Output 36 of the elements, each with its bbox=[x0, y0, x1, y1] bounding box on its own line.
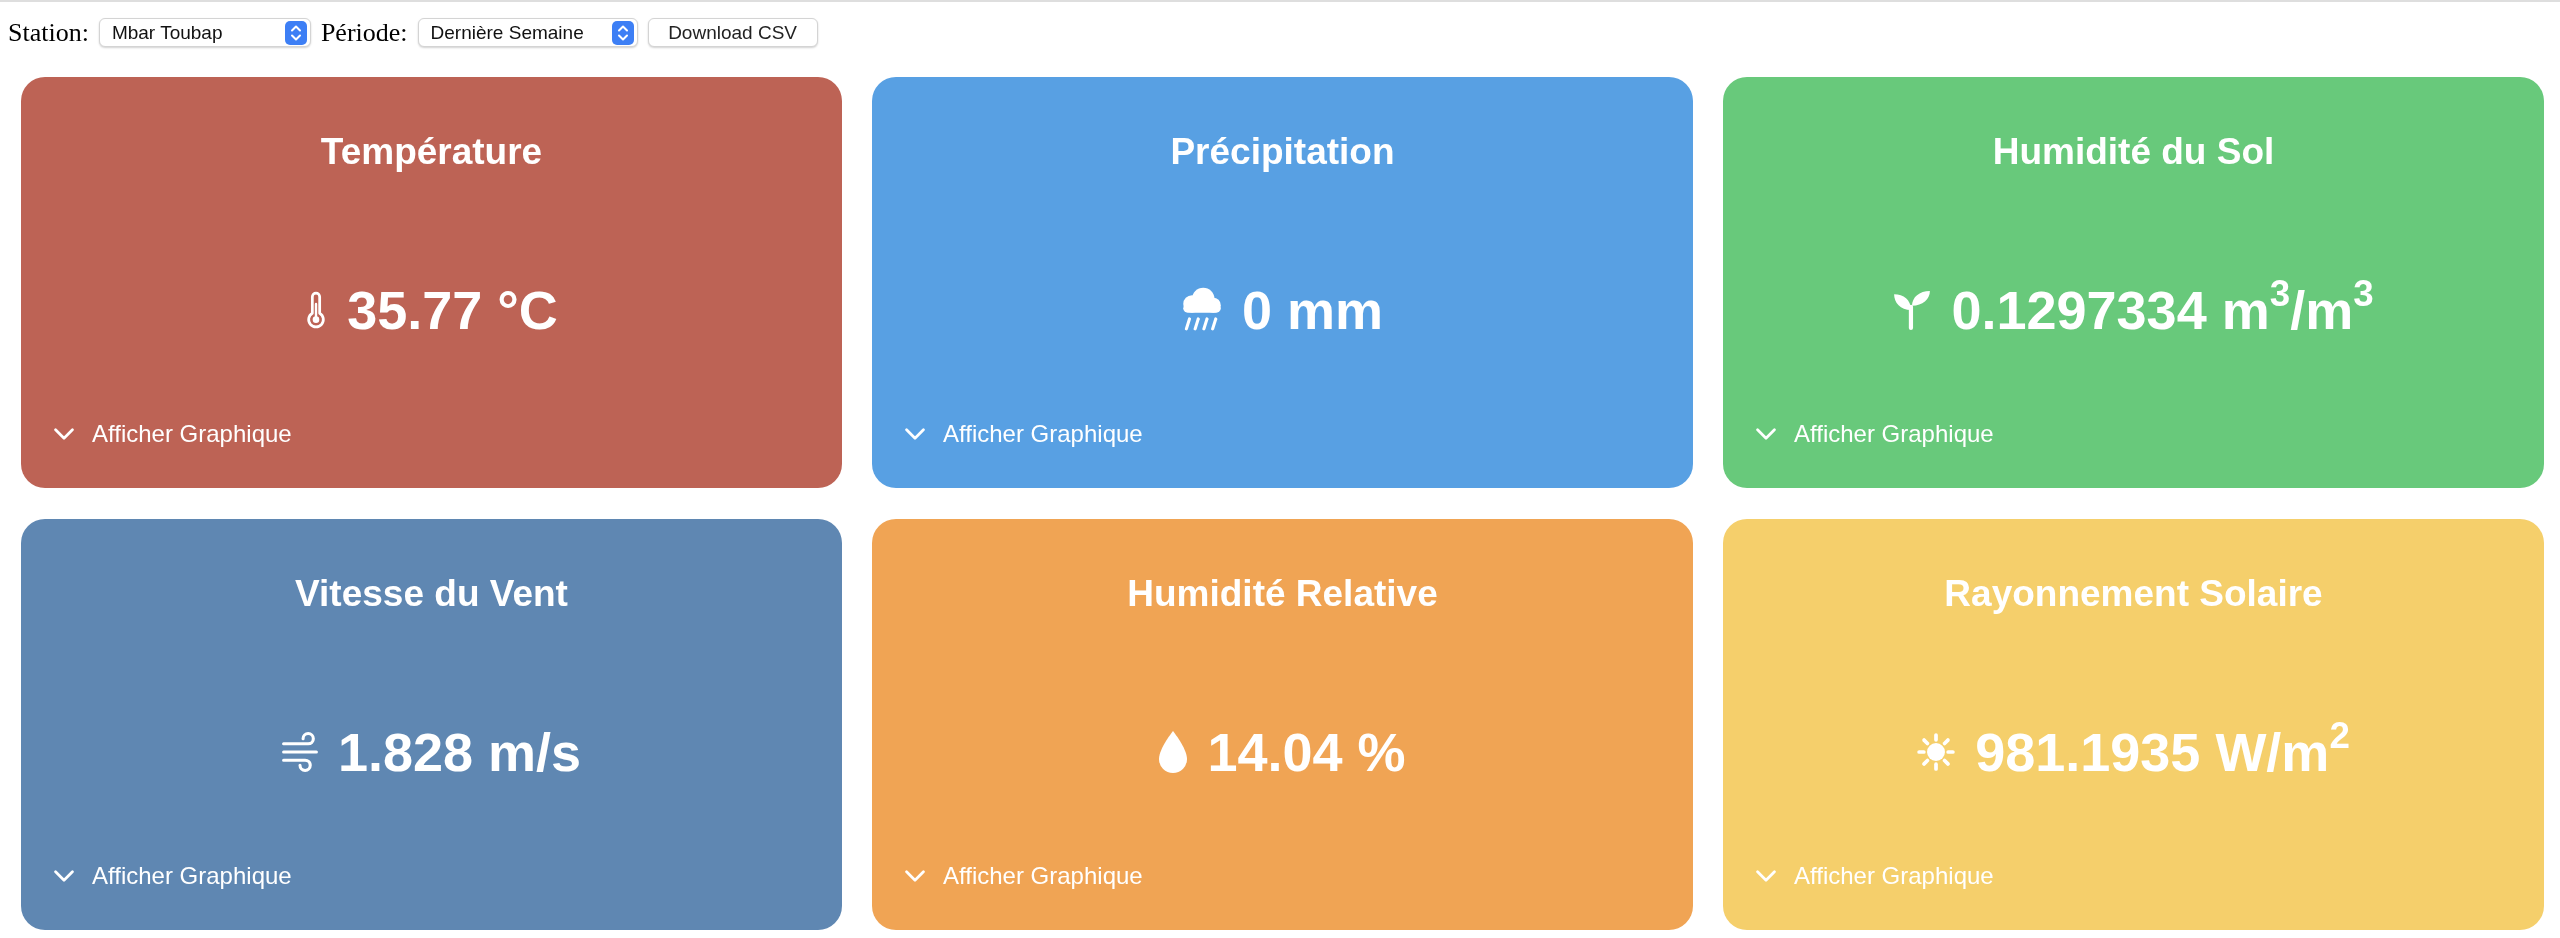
show-chart-toggle[interactable]: Afficher Graphique bbox=[54, 418, 292, 449]
period-select[interactable]: Dernière Semaine bbox=[417, 18, 638, 47]
chevron-down-icon bbox=[905, 869, 925, 882]
card-title: Rayonnement Solaire bbox=[1944, 571, 2323, 616]
card-value: 35.77 °C bbox=[347, 278, 558, 341]
sprout-icon bbox=[1893, 289, 1932, 330]
chevron-down-icon bbox=[54, 427, 74, 440]
water-drop-icon bbox=[1159, 730, 1188, 773]
card-title: Précipitation bbox=[1170, 129, 1395, 174]
show-chart-toggle[interactable]: Afficher Graphique bbox=[905, 860, 1143, 891]
chevron-down-icon bbox=[1756, 869, 1776, 882]
station-label: Station: bbox=[8, 17, 89, 48]
station-select[interactable]: Mbar Toubap bbox=[98, 18, 311, 47]
sun-icon bbox=[1917, 732, 1956, 771]
show-chart-toggle[interactable]: Afficher Graphique bbox=[905, 418, 1143, 449]
chevron-down-icon bbox=[905, 427, 925, 440]
show-chart-toggle[interactable]: Afficher Graphique bbox=[54, 860, 292, 891]
stepper-icon bbox=[284, 20, 307, 45]
period-label: Période: bbox=[320, 17, 408, 48]
rain-cloud-icon bbox=[1181, 287, 1222, 332]
download-csv-button[interactable]: Download CSV bbox=[647, 18, 818, 47]
card-value: 981.1935 W/m$^{2}$ bbox=[1975, 720, 2350, 783]
thermometer-icon bbox=[305, 290, 328, 329]
card-value: 14.04 % bbox=[1207, 720, 1406, 783]
show-chart-toggle[interactable]: Afficher Graphique bbox=[1756, 418, 1994, 449]
card-title: Température bbox=[320, 129, 543, 174]
card-title: Humidité du Sol bbox=[1992, 129, 2275, 174]
wind-icon bbox=[281, 731, 318, 772]
card-value: 1.828 m/s bbox=[337, 720, 582, 783]
card-value: 0 mm bbox=[1241, 278, 1384, 341]
card-value: 0.1297334 m$^{3}$/m$^{3}$ bbox=[1951, 278, 2374, 341]
chevron-down-icon bbox=[54, 869, 74, 882]
card-title: Humidité Relative bbox=[1127, 571, 1438, 616]
card-title: Vitesse du Vent bbox=[295, 571, 568, 616]
chevron-down-icon bbox=[1756, 427, 1776, 440]
stepper-icon bbox=[611, 20, 634, 45]
